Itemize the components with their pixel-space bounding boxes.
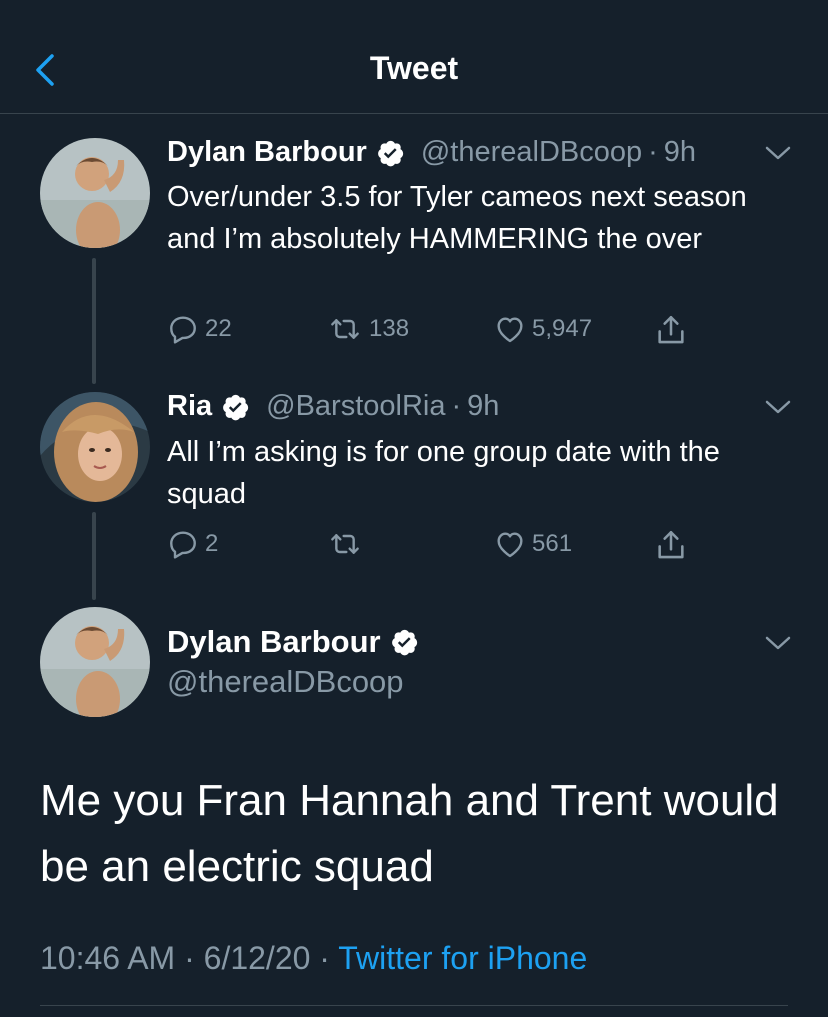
avatar[interactable] — [40, 138, 150, 248]
display-name[interactable]: Ria — [167, 390, 212, 423]
tweet-actions: 22 138 5,947 — [167, 313, 727, 353]
tweet-text: Over/under 3.5 for Tyler cameos next sea… — [167, 181, 747, 255]
tweet-date: 6/12/20 — [203, 940, 311, 976]
thread-connector-line — [92, 258, 96, 384]
reply-button[interactable]: 2 — [167, 528, 218, 560]
like-button[interactable]: 5,947 — [494, 313, 592, 345]
like-count: 561 — [532, 530, 573, 557]
retweet-button[interactable]: 138 — [327, 313, 409, 345]
like-button[interactable]: 561 — [494, 528, 572, 560]
verified-badge-icon — [375, 138, 405, 168]
separator-dot: · — [319, 940, 330, 976]
main-tweet-author: Dylan Barbour — [167, 624, 419, 660]
tweet-header: Ria @BarstoolRia · 9h — [167, 390, 499, 423]
retweet-button[interactable] — [327, 528, 369, 560]
reply-count: 2 — [205, 530, 219, 557]
retweet-icon — [327, 313, 363, 345]
retweet-icon — [327, 528, 363, 560]
avatar[interactable] — [40, 392, 150, 502]
page-title: Tweet — [369, 50, 459, 86]
chevron-down-icon[interactable] — [764, 633, 792, 653]
tweet-header: Dylan Barbour @therealDBcoop · 9h — [167, 136, 696, 169]
heart-icon — [494, 313, 526, 345]
display-name[interactable]: Dylan Barbour — [167, 136, 367, 169]
reply-button[interactable]: 22 — [167, 313, 232, 345]
separator-dot: · — [184, 940, 195, 976]
user-handle[interactable]: @BarstoolRia — [266, 390, 445, 423]
tweet-text: All I’m asking is for one group date wit… — [167, 436, 720, 510]
separator-dot: · — [648, 136, 658, 168]
avatar[interactable] — [40, 607, 150, 717]
tweet-source-link[interactable]: Twitter for iPhone — [338, 940, 587, 976]
separator-dot: · — [451, 390, 462, 422]
tweet-timestamp: 10:46 AM — [40, 940, 176, 976]
verified-badge-icon — [389, 627, 419, 657]
retweet-count: 138 — [369, 315, 410, 342]
share-icon — [654, 528, 688, 562]
main-tweet-text: Me you Fran Hannah and Trent would be an… — [40, 776, 779, 891]
thread-connector-line — [92, 512, 96, 600]
divider — [40, 1005, 788, 1006]
heart-icon — [494, 528, 526, 560]
chevron-down-icon[interactable] — [764, 397, 792, 417]
verified-badge-icon — [220, 392, 250, 422]
user-handle[interactable]: @therealDBcoop — [421, 136, 642, 169]
tweet-time[interactable]: 9h — [467, 390, 499, 423]
header-bar: Tweet — [0, 0, 828, 114]
reply-count: 22 — [205, 315, 232, 342]
reply-icon — [167, 313, 199, 345]
chevron-down-icon[interactable] — [764, 143, 792, 163]
user-handle[interactable]: @therealDBcoop — [167, 664, 404, 700]
tweet-time[interactable]: 9h — [664, 136, 696, 169]
share-button[interactable] — [654, 313, 688, 347]
share-button[interactable] — [654, 528, 688, 562]
tweet-actions: 2 561 — [167, 528, 727, 568]
display-name[interactable]: Dylan Barbour — [167, 624, 381, 660]
share-icon — [654, 313, 688, 347]
tweet-metadata: 10:46 AM · 6/12/20 · Twitter for iPhone — [40, 940, 587, 977]
reply-icon — [167, 528, 199, 560]
like-count: 5,947 — [532, 315, 593, 342]
